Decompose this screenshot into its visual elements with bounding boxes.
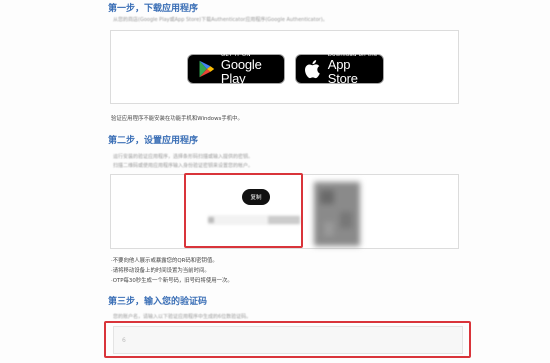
highlight-code-input bbox=[104, 321, 471, 358]
step2-note-2: ·请将移动设备上的时间设置为当前时间。 bbox=[111, 268, 210, 274]
step2-sub-line1: 运行安装的验证应用程序，选择条形码扫描或输入提供的密钥。 bbox=[113, 154, 254, 160]
step2-note-1: ·不要向他人展示或暴露您的QR码和密钥值。 bbox=[111, 258, 218, 264]
step1-subtitle: 从您的商店(Google Play或App Store)下载Authentica… bbox=[113, 17, 328, 23]
app-store-text: Download on the App Store bbox=[327, 52, 383, 86]
apple-icon bbox=[305, 60, 320, 79]
google-play-big: Google Play bbox=[220, 57, 262, 86]
step2-note-3: ·OTP每30秒生成一个新号码，旧号码将使用一次。 bbox=[111, 278, 233, 284]
step2-title: 第二步，设置应用程序 bbox=[108, 136, 199, 146]
step3-title: 第三步，输入您的验证码 bbox=[108, 297, 208, 307]
app-store-big: App Store bbox=[327, 57, 358, 86]
step2-sub-line2: 扫描二维码或使用应用程序输入身份验证密钥来设置您的帐户。 bbox=[113, 163, 254, 169]
google-play-text: GET IT ON Google Play bbox=[220, 52, 284, 86]
google-play-icon bbox=[199, 60, 215, 78]
step1-title: 第一步，下载应用程序 bbox=[108, 4, 199, 14]
page: 第一步，下载应用程序 从您的商店(Google Play或App Store)下… bbox=[0, 0, 550, 363]
download-panel: GET IT ON Google Play Download on the Ap… bbox=[110, 30, 459, 104]
step3-subtitle: 您的账户名，请输入以下验证应用程序中生成的6位数验证码。 bbox=[113, 314, 252, 320]
step1-note: 验证应用程序不能安装在功能手机和Windows手机中。 bbox=[111, 116, 243, 122]
highlight-setup bbox=[184, 173, 303, 248]
google-play-button[interactable]: GET IT ON Google Play bbox=[187, 52, 285, 86]
app-store-button[interactable]: Download on the App Store bbox=[295, 52, 384, 86]
qr-code-blurred bbox=[314, 182, 360, 246]
